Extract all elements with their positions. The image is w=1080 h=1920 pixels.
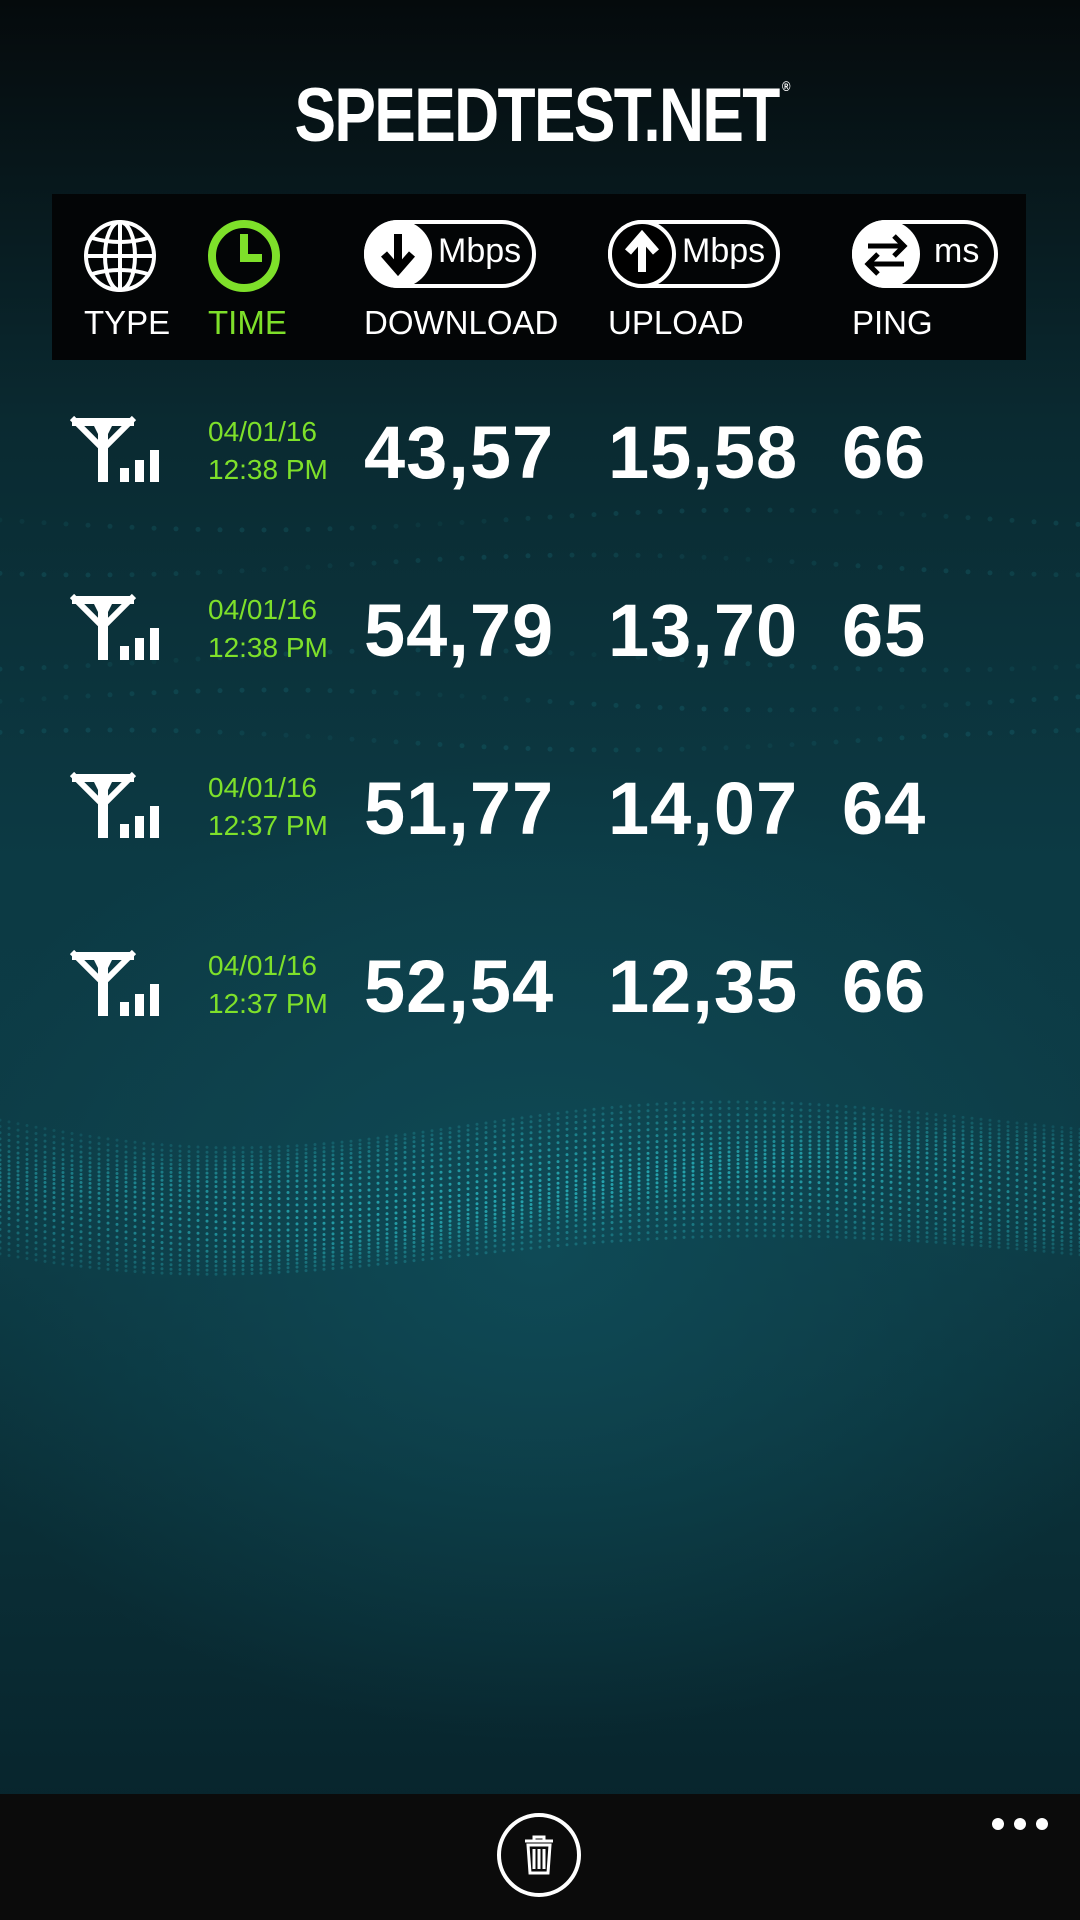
upload-unit: Mbps xyxy=(682,232,766,270)
cell-signal-icon xyxy=(70,594,159,660)
result-time: 12:38 PM xyxy=(208,454,328,485)
download-arrow-icon xyxy=(364,220,432,288)
ping-arrows-icon xyxy=(852,220,920,288)
header-label-time: TIME xyxy=(208,304,287,341)
header-label-ping: PING xyxy=(852,304,933,341)
result-ping: 65 xyxy=(842,589,927,672)
result-download: 51,77 xyxy=(364,767,555,850)
upload-unit-pill: Mbps xyxy=(608,220,780,288)
upload-arrow-icon xyxy=(608,220,676,288)
result-date: 04/01/16 xyxy=(208,772,317,803)
result-time: 12:37 PM xyxy=(208,988,328,1019)
globe-icon xyxy=(84,220,156,292)
header-label-type: TYPE xyxy=(84,304,171,341)
delete-button[interactable] xyxy=(497,1813,581,1897)
result-upload: 12,35 xyxy=(608,945,799,1028)
result-download: 54,79 xyxy=(364,589,555,672)
header-label-download: DOWNLOAD xyxy=(364,304,559,341)
ping-unit: ms xyxy=(934,232,980,270)
header-label-upload: UPLOAD xyxy=(608,304,744,341)
result-upload: 14,07 xyxy=(608,767,799,850)
app-bar xyxy=(0,1794,1080,1920)
ping-unit-pill: ms xyxy=(852,220,998,288)
result-time: 12:37 PM xyxy=(208,810,328,841)
result-upload: 13,70 xyxy=(608,589,799,672)
clock-icon xyxy=(208,220,280,292)
result-row[interactable]: 04/01/16 12:37 PM 52,54 12,35 66 xyxy=(0,945,1080,1070)
result-row[interactable]: 04/01/16 12:37 PM 51,77 14,07 64 xyxy=(0,767,1080,892)
speedtest-logo: SPEEDTEST.NET ® xyxy=(97,72,983,159)
result-time: 12:38 PM xyxy=(208,632,328,663)
result-upload: 15,58 xyxy=(608,411,799,494)
ellipsis-icon xyxy=(992,1818,1004,1830)
result-row[interactable]: 04/01/16 12:38 PM 43,57 15,58 66 xyxy=(0,411,1080,536)
result-download: 52,54 xyxy=(364,945,555,1028)
result-ping: 66 xyxy=(842,411,927,494)
cell-signal-icon xyxy=(70,416,159,482)
result-ping: 66 xyxy=(842,945,927,1028)
result-date: 04/01/16 xyxy=(208,416,317,447)
result-row[interactable]: 04/01/16 12:38 PM 54,79 13,70 65 xyxy=(0,589,1080,714)
result-date: 04/01/16 xyxy=(208,594,317,625)
cell-signal-icon xyxy=(70,772,159,838)
registered-mark: ® xyxy=(782,78,791,94)
column-header-bar: TYPE TIME Mbps DOWNLOAD Mbps UPLOAD ms P… xyxy=(52,194,1026,360)
trash-icon xyxy=(525,1835,553,1875)
result-download: 43,57 xyxy=(364,411,555,494)
download-unit-pill: Mbps xyxy=(364,220,536,288)
download-unit: Mbps xyxy=(438,232,522,270)
result-date: 04/01/16 xyxy=(208,950,317,981)
more-options-button[interactable] xyxy=(990,1818,1050,1834)
result-ping: 64 xyxy=(842,767,927,850)
logo-text: SPEEDTEST.NET xyxy=(294,73,780,158)
app-root: SPEEDTEST.NET ® TYPE TIME Mbps DOWNLOAD … xyxy=(0,0,1080,1920)
cell-signal-icon xyxy=(70,950,159,1016)
